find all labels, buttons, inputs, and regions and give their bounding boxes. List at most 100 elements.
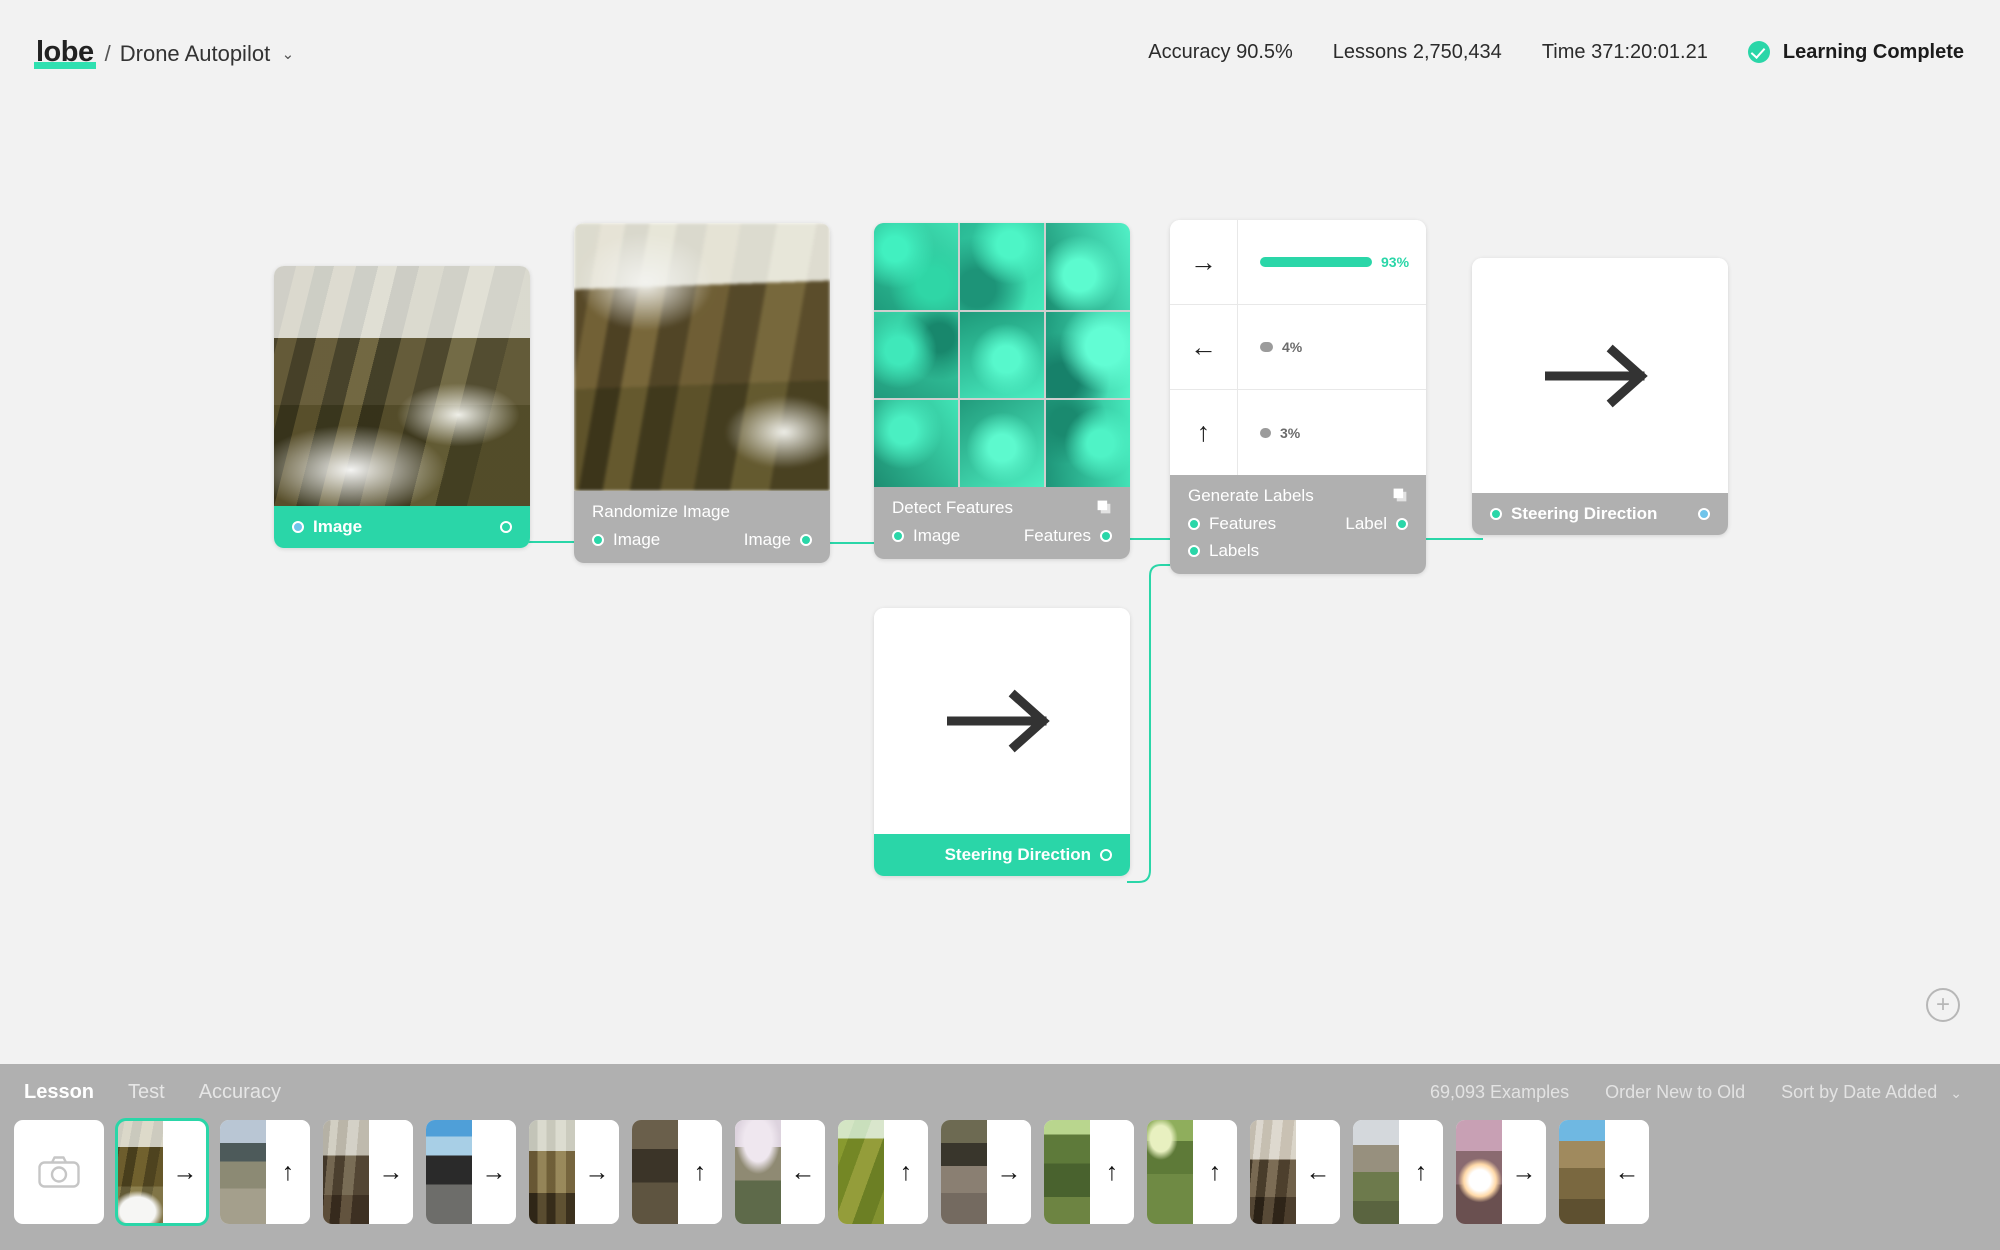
example-label: → [987, 1120, 1031, 1224]
feature-cell [874, 312, 958, 399]
check-circle-icon [1748, 41, 1770, 63]
node-detect-footer: Detect Features Image Features [874, 487, 1130, 559]
example-thumbnail[interactable]: → [426, 1120, 516, 1224]
tab-lesson[interactable]: Lesson [24, 1081, 94, 1104]
examples-filmstrip[interactable]: → ↑ → → → ↑ ← ↑ [0, 1120, 2000, 1250]
example-thumbnail[interactable]: → [323, 1120, 413, 1224]
examples-count: 69,093 Examples [1430, 1082, 1569, 1103]
port-out-icon[interactable] [1396, 518, 1408, 530]
layers-icon[interactable] [1096, 499, 1113, 516]
node-detect-title: Detect Features [874, 487, 1130, 521]
feature-cell [1046, 400, 1130, 487]
node-detect-features[interactable]: Detect Features Image Features [874, 223, 1130, 559]
lessons-stat: Lessons 2,750,434 [1333, 41, 1502, 64]
port-out-label: Features [1024, 526, 1091, 546]
port-in-label: Image [613, 530, 660, 550]
tab-accuracy[interactable]: Accuracy [199, 1081, 281, 1104]
prediction-row: ← 4% [1170, 305, 1426, 390]
example-photo [220, 1120, 266, 1224]
prediction-meter: 3% [1238, 425, 1426, 441]
port-in-icon[interactable] [592, 534, 604, 546]
node-image-preview [274, 266, 530, 506]
chevron-down-icon: ⌄ [1950, 1085, 1962, 1101]
prediction-meter: 93% [1238, 254, 1426, 270]
example-thumbnail[interactable]: ↑ [632, 1120, 722, 1224]
prediction-row: → 93% [1170, 220, 1426, 305]
example-label: ↑ [884, 1120, 928, 1224]
port-in-icon[interactable] [1490, 508, 1502, 520]
add-node-button[interactable]: + [1926, 988, 1960, 1022]
node-randomize-image[interactable]: Randomize Image Image Image [574, 223, 830, 563]
arrow-right-glyph [947, 689, 1057, 753]
example-photo [1559, 1120, 1605, 1224]
node-randomize-title: Randomize Image [574, 491, 830, 525]
feature-cell [874, 223, 958, 310]
status-badge: Learning Complete [1748, 41, 1964, 64]
example-thumbnail[interactable]: ← [1250, 1120, 1340, 1224]
node-steering-output-ports: Steering Direction [1472, 493, 1728, 535]
node-steering-output-footer: Steering Direction [1472, 493, 1728, 535]
lobe-logo[interactable]: lobe [34, 36, 96, 69]
port-in-icon[interactable] [892, 530, 904, 542]
arrow-right-icon [874, 608, 1130, 834]
example-thumbnail[interactable]: → [529, 1120, 619, 1224]
node-generate-predictions: → 93% ← 4% ↑ 3% [1170, 220, 1426, 475]
example-thumbnail[interactable]: ↑ [1044, 1120, 1134, 1224]
arrow-up-icon: ↑ [1170, 390, 1238, 475]
port-out-label: Steering Direction [945, 845, 1091, 865]
order-button[interactable]: Order New to Old [1605, 1082, 1745, 1103]
example-thumbnail[interactable]: → [941, 1120, 1031, 1224]
port-in-label: Image [313, 517, 362, 537]
port-out-icon[interactable] [1100, 530, 1112, 542]
node-image-ports: Image [274, 506, 530, 548]
sort-button[interactable]: Sort by Date Added ⌄ [1781, 1082, 1962, 1103]
node-image[interactable]: Image [274, 266, 530, 548]
layers-icon[interactable] [1392, 487, 1409, 504]
example-thumbnail[interactable]: ← [1559, 1120, 1649, 1224]
example-thumbnail[interactable]: ← [735, 1120, 825, 1224]
node-randomize-footer: Randomize Image Image Image [574, 491, 830, 563]
photo-blurred-forest [574, 223, 830, 491]
example-photo [323, 1120, 369, 1224]
example-photo [941, 1120, 987, 1224]
example-thumbnail[interactable]: ↑ [220, 1120, 310, 1224]
port-out-icon[interactable] [800, 534, 812, 546]
chevron-down-icon: ⌄ [282, 45, 295, 63]
example-thumbnail[interactable]: ↑ [1147, 1120, 1237, 1224]
port-in-icon[interactable] [1188, 545, 1200, 557]
port-out-icon[interactable] [1100, 849, 1112, 861]
example-thumbnail[interactable]: ↑ [1353, 1120, 1443, 1224]
example-photo [1456, 1120, 1502, 1224]
example-label: → [369, 1120, 413, 1224]
project-name-button[interactable]: Drone Autopilot ⌄ [120, 41, 294, 67]
example-label: → [575, 1120, 619, 1224]
example-label: ↑ [1193, 1120, 1237, 1224]
node-steering-output-preview [1472, 258, 1728, 493]
app-header: lobe / Drone Autopilot ⌄ Accuracy 90.5% … [0, 0, 2000, 104]
node-generate-ports-labels: Labels [1170, 536, 1426, 574]
port-in-icon[interactable] [1188, 518, 1200, 530]
node-steering-direction-truth[interactable]: Steering Direction [874, 608, 1130, 876]
node-randomize-preview [574, 223, 830, 491]
prediction-pct: 4% [1282, 339, 1302, 355]
node-generate-labels[interactable]: → 93% ← 4% ↑ 3% [1170, 220, 1426, 574]
graph-canvas[interactable]: Image Randomize Image Image Image [0, 104, 2000, 1064]
example-thumbnail[interactable]: ↑ [838, 1120, 928, 1224]
example-photo [632, 1120, 678, 1224]
example-label: ↑ [678, 1120, 722, 1224]
tab-test[interactable]: Test [128, 1081, 165, 1104]
feature-cell [1046, 223, 1130, 310]
add-example-button[interactable] [14, 1120, 104, 1224]
port-out-icon[interactable] [500, 521, 512, 533]
example-thumbnail[interactable]: → [1456, 1120, 1546, 1224]
port-in-icon[interactable] [292, 521, 304, 533]
example-photo [529, 1120, 575, 1224]
breadcrumb: lobe / Drone Autopilot ⌄ [34, 36, 294, 69]
example-label: → [1502, 1120, 1546, 1224]
accuracy-stat: Accuracy 90.5% [1148, 41, 1293, 64]
example-thumbnail[interactable]: → [117, 1120, 207, 1224]
prediction-row: ↑ 3% [1170, 390, 1426, 475]
port-out-icon[interactable] [1698, 508, 1710, 520]
port-in-label: Features [1209, 514, 1276, 534]
node-steering-direction-output[interactable]: Steering Direction [1472, 258, 1728, 535]
